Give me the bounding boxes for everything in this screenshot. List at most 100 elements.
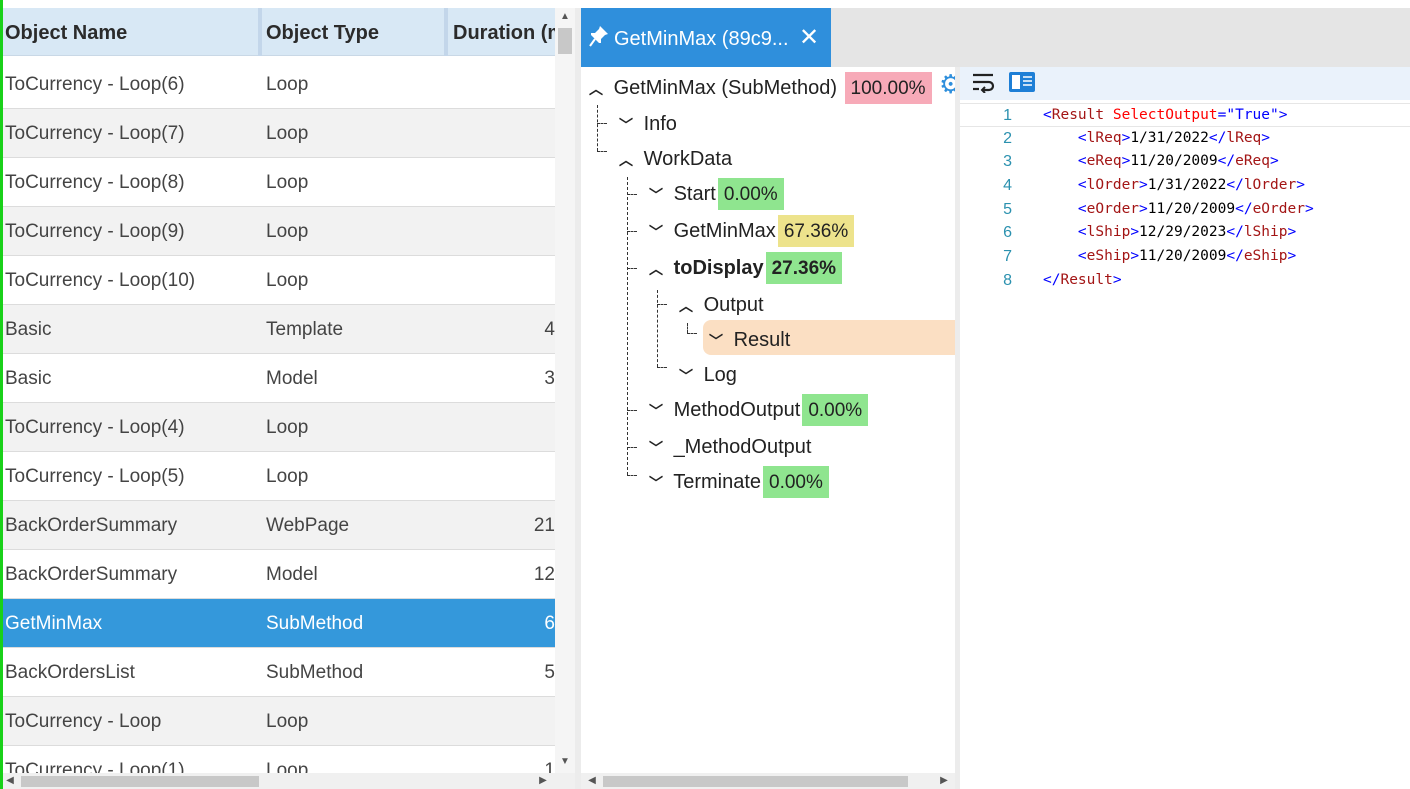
pin-icon[interactable] (589, 25, 609, 52)
code-line[interactable]: 2 <lReq>1/31/2022</lReq> (960, 127, 1410, 151)
code-token: < (1077, 129, 1087, 146)
table-row[interactable]: BackOrderSummary Model 12 (3, 550, 555, 599)
word-wrap-icon[interactable] (970, 71, 996, 97)
chevron-up-icon[interactable]: ︿ (644, 252, 668, 286)
column-header-object-name[interactable]: Object Name (3, 8, 258, 56)
chevron-up-icon[interactable]: ︿ (584, 72, 608, 106)
scroll-right-icon[interactable]: ▶ (937, 773, 951, 789)
xml-text: 1/31/2022 (1130, 129, 1209, 146)
table-row[interactable]: ToCurrency - Loop(10) Loop (3, 256, 555, 305)
code-line[interactable]: 6 <lShip>12/29/2023</lShip> (960, 221, 1410, 245)
percent-badge: 100.00% (844, 72, 932, 104)
code-line[interactable]: 8 </Result> (960, 269, 1410, 293)
table-row[interactable]: GetMinMax SubMethod 6 (3, 599, 555, 648)
cell-object-name: BackOrdersList (5, 662, 135, 683)
tree-node-root[interactable]: ︿ GetMinMax (SubMethod) 100.00% (584, 71, 932, 106)
chevron-down-icon[interactable]: ﹀ (644, 178, 668, 212)
grid-vertical-scrollbar[interactable]: ▲ ▼ (555, 8, 575, 773)
table-row[interactable]: ToCurrency - Loop(4) Loop (3, 403, 555, 452)
scroll-right-icon[interactable]: ▶ (536, 773, 550, 789)
cell-object-type: Loop (266, 270, 309, 291)
line-number: 5 (1003, 200, 1012, 218)
table-row[interactable]: BackOrdersList SubMethod 5 (3, 648, 555, 697)
code-line[interactable]: 3 <eReq>11/20/2009</eReq> (960, 150, 1410, 174)
column-header-duration[interactable]: Duration (m (451, 8, 555, 56)
tree-node-getminmax[interactable]: ﹀ GetMinMax 67.36% (644, 214, 855, 249)
code-line[interactable]: 5 <eOrder>11/20/2009</eOrder> (960, 198, 1410, 222)
chevron-down-icon[interactable]: ﹀ (704, 324, 728, 358)
cell-object-type: Loop (266, 466, 309, 487)
code-line[interactable]: 7 <eShip>11/20/2009</eShip> (960, 245, 1410, 269)
close-icon[interactable]: ✕ (799, 8, 819, 68)
tree-node-_methodoutput[interactable]: ﹀ _MethodOutput (644, 430, 811, 462)
chevron-up-icon[interactable]: ︿ (614, 143, 638, 177)
scroll-left-icon[interactable]: ◀ (3, 773, 17, 789)
tree-node-info[interactable]: ﹀ Info (614, 107, 677, 139)
grid-rows: ToCurrency - Loop(6) Loop ToCurrency - Loo… (3, 60, 555, 773)
cell-object-type: Model (266, 368, 318, 389)
scrollbar-thumb[interactable] (603, 776, 908, 787)
chevron-down-icon[interactable]: ﹀ (644, 394, 668, 428)
table-row[interactable]: ToCurrency - Loop(6) Loop (3, 60, 555, 109)
cell-object-type: Loop (266, 417, 309, 438)
code-token: < (1077, 153, 1087, 170)
gear-icon[interactable]: ⚙ (939, 69, 955, 100)
cell-duration: 4 (544, 319, 555, 340)
xml-tag-name: lShip (1086, 224, 1131, 241)
grid-horizontal-scrollbar[interactable]: ◀ ▶ (3, 773, 575, 789)
code-line[interactable]: 1 <Result SelectOutput="True"> (960, 103, 1410, 127)
code-text: <lReq>1/31/2022</lReq> (1043, 127, 1270, 151)
tree-node-log[interactable]: ﹀ Log (674, 358, 737, 390)
table-row[interactable]: ToCurrency - Loop(7) Loop (3, 109, 555, 158)
tab-getminmax[interactable]: GetMinMax (89c9... ✕ (581, 8, 831, 67)
column-resize-handle[interactable] (258, 8, 262, 56)
table-row[interactable]: Basic Template 4 (3, 305, 555, 354)
tree-node-result[interactable]: ﹀ Result (704, 323, 790, 355)
table-row[interactable]: ToCurrency - Loop(8) Loop (3, 158, 555, 207)
tree-connector (687, 333, 697, 334)
scroll-down-icon[interactable]: ▼ (558, 755, 572, 769)
xml-text: 11/20/2009 (1130, 153, 1218, 170)
tree-node-terminate[interactable]: ﹀ Terminate 0.00% (644, 465, 829, 500)
chevron-down-icon[interactable]: ﹀ (644, 215, 668, 249)
tree-node-methodoutput[interactable]: ﹀ MethodOutput 0.00% (644, 393, 869, 428)
cell-object-name: ToCurrency - Loop(1) (5, 760, 185, 773)
chevron-up-icon[interactable]: ︿ (674, 289, 698, 323)
side-panel-icon[interactable] (1008, 71, 1035, 97)
chevron-down-icon[interactable]: ﹀ (674, 359, 698, 393)
column-header-object-type[interactable]: Object Type (264, 8, 444, 56)
tree-node-todisplay[interactable]: ︿ toDisplay 27.36% (644, 251, 843, 286)
tree-node-start[interactable]: ﹀ Start 0.00% (644, 177, 784, 212)
table-row[interactable]: BackOrderSummary WebPage 21 (3, 501, 555, 550)
table-row[interactable]: ToCurrency - Loop(9) Loop (3, 207, 555, 256)
line-number: 6 (1003, 224, 1012, 242)
tree-node-workdata[interactable]: ︿ WorkData (614, 142, 732, 174)
line-number: 3 (1003, 153, 1012, 171)
table-row[interactable]: Basic Model 3 (3, 354, 555, 403)
tree-horizontal-scrollbar[interactable]: ◀ ▶ (581, 773, 955, 789)
cell-object-type: Loop (266, 221, 309, 242)
chevron-down-icon[interactable]: ﹀ (644, 466, 668, 500)
scrollbar-thumb[interactable] (21, 776, 259, 787)
line-number: 1 (1003, 107, 1012, 124)
code-token: < (1077, 224, 1087, 241)
table-row[interactable]: ToCurrency - Loop(1) Loop 1 (3, 746, 555, 773)
chevron-down-icon[interactable]: ﹀ (644, 431, 668, 465)
table-row[interactable]: ToCurrency - Loop Loop (3, 697, 555, 746)
chevron-down-icon[interactable]: ﹀ (614, 108, 638, 142)
percent-badge: 0.00% (802, 394, 869, 426)
scrollbar-thumb[interactable] (558, 28, 572, 54)
tree-connector (627, 447, 637, 448)
xml-text: 1/31/2022 (1147, 177, 1227, 194)
xml-tag-name: eOrder (1086, 200, 1140, 217)
cell-object-type: SubMethod (266, 613, 364, 634)
column-resize-handle[interactable] (444, 8, 448, 56)
node-label: toDisplay (673, 257, 764, 279)
cell-duration: 5 (544, 662, 555, 683)
tree-node-output[interactable]: ︿ Output (674, 288, 764, 320)
scroll-up-icon[interactable]: ▲ (558, 10, 572, 24)
xml-editor[interactable]: 1 <Result SelectOutput="True"> 2 <lReq>1/3… (960, 67, 1410, 789)
table-row[interactable]: ToCurrency - Loop(5) Loop (3, 452, 555, 501)
code-line[interactable]: 4 <lOrder>1/31/2022</lOrder> (960, 174, 1410, 198)
scroll-left-icon[interactable]: ◀ (585, 773, 599, 789)
